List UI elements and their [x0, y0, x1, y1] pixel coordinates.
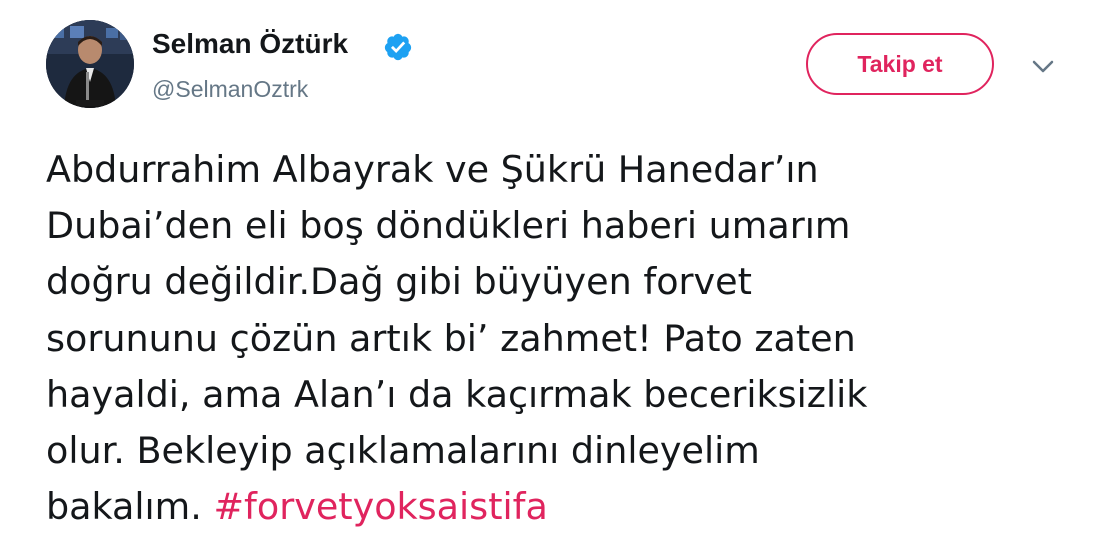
verified-badge-icon [383, 32, 413, 62]
avatar-image [46, 20, 134, 108]
tweet-text-line: Abdurrahim Albayrak ve Şükrü Hanedar’ın [46, 148, 819, 191]
tweet-text-line: sorununu çözün artık bi’ zahmet! Pato za… [46, 316, 856, 360]
author-handle[interactable]: @SelmanOztrk [152, 74, 308, 104]
tweet-text-line: Dubai’den eli boş döndükleri haberi umar… [46, 204, 851, 248]
avatar[interactable] [46, 20, 134, 108]
chevron-down-icon[interactable] [1028, 56, 1058, 78]
author-display-name[interactable]: Selman Öztürk [152, 26, 348, 62]
tweet-text-line: olur. Bekleyip açıklamalarını dinleyelim [46, 429, 760, 473]
tweet-text-last-line: bakalım. #forvetyoksaistifa [46, 479, 1066, 535]
hashtag-link[interactable]: #forvetyoksaistifa [213, 485, 547, 528]
tweet-text: Abdurrahim Albayrak ve Şükrü Hanedar’ın … [46, 142, 1066, 535]
tweet-text-line: bakalım. [46, 485, 202, 529]
tweet-text-line: doğru değildir.Dağ gibi büyüyen forvet [46, 260, 752, 304]
tweet-card: Selman Öztürk @SelmanOztrk Takip et Abdu… [0, 0, 1112, 555]
follow-button[interactable]: Takip et [806, 33, 994, 95]
tweet-text-line: hayaldi, ama Alan’ı da kaçırmak beceriks… [46, 372, 868, 416]
